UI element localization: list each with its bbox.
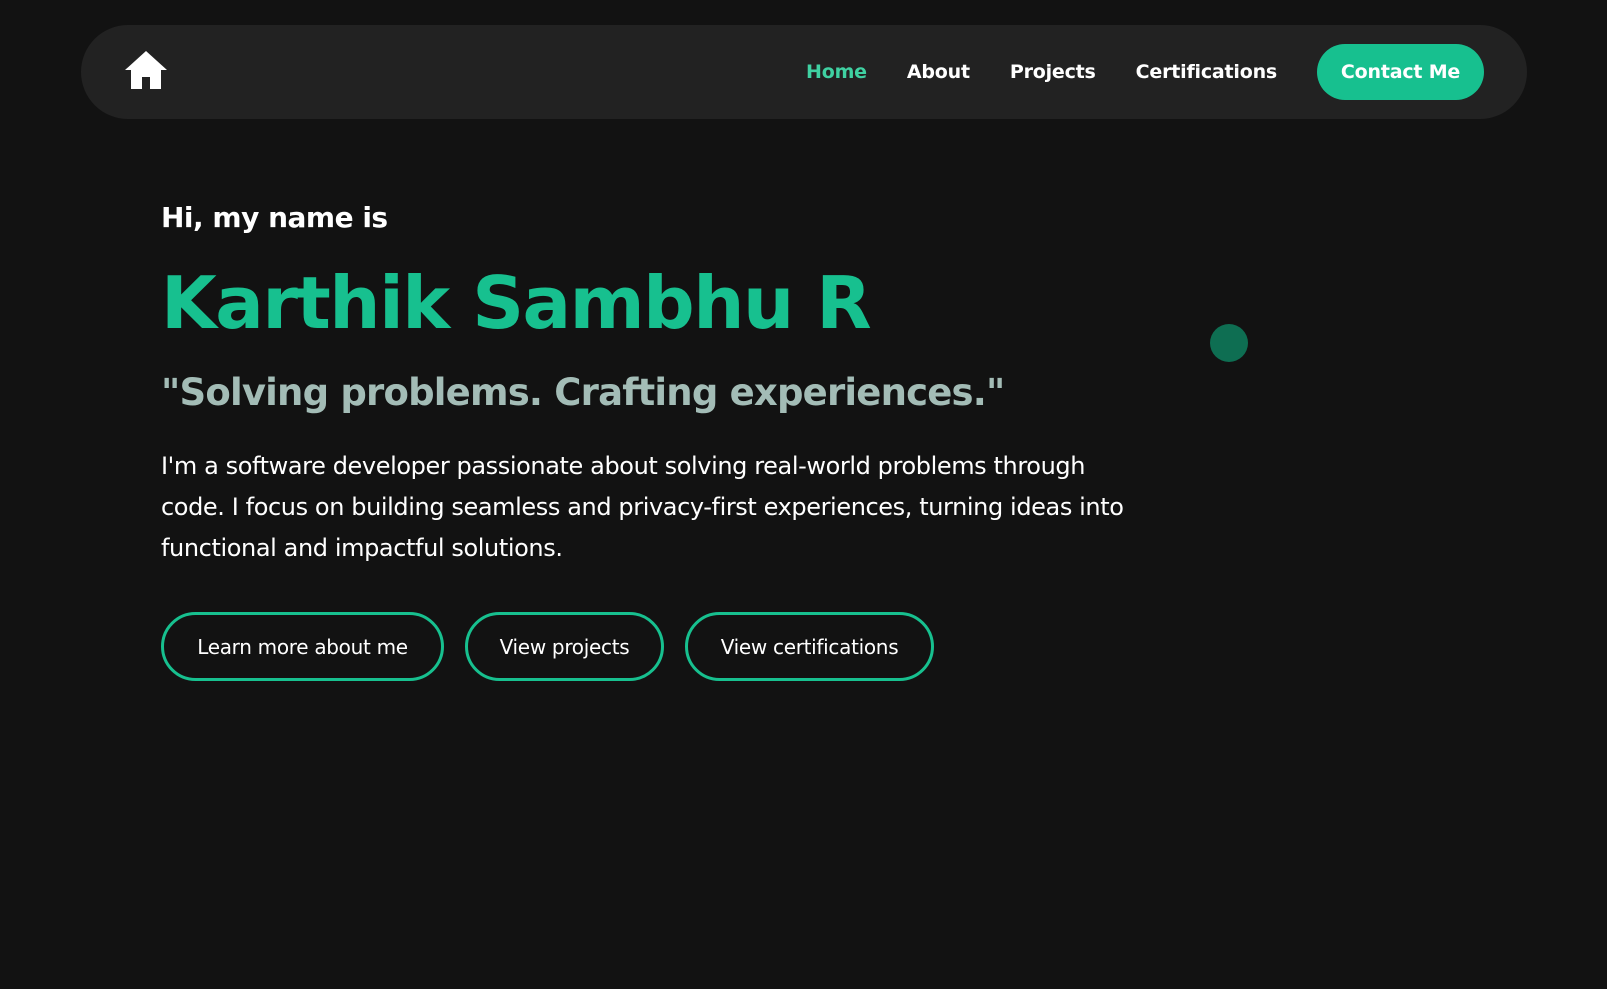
nav-link-home[interactable]: Home bbox=[806, 61, 867, 83]
page: Home About Projects Certifications Conta… bbox=[0, 0, 1607, 989]
cta-buttons: Learn more about me View projects View c… bbox=[161, 612, 1181, 681]
nav-link-projects[interactable]: Projects bbox=[1010, 61, 1096, 83]
nav-link-about[interactable]: About bbox=[907, 61, 970, 83]
home-icon-graphic bbox=[125, 51, 167, 89]
navbar: Home About Projects Certifications Conta… bbox=[81, 25, 1527, 119]
view-projects-button[interactable]: View projects bbox=[465, 612, 664, 681]
hero-section: Hi, my name is Karthik Sambhu R "Solving… bbox=[161, 198, 1181, 681]
view-certifications-button[interactable]: View certifications bbox=[685, 612, 934, 681]
intro-paragraph: I'm a software developer passionate abou… bbox=[161, 452, 1124, 562]
learn-more-button[interactable]: Learn more about me bbox=[161, 612, 444, 681]
home-icon[interactable] bbox=[123, 47, 169, 93]
greeting: Hi, my name is bbox=[161, 201, 388, 234]
nav-link-certifications[interactable]: Certifications bbox=[1136, 61, 1278, 83]
decorative-dot bbox=[1210, 324, 1248, 362]
tagline: "Solving problems. Crafting experiences.… bbox=[161, 371, 1005, 414]
nav-links: Home About Projects Certifications Conta… bbox=[806, 44, 1484, 100]
hero-name: Karthik Sambhu R bbox=[161, 261, 872, 345]
contact-me-button[interactable]: Contact Me bbox=[1317, 44, 1484, 100]
